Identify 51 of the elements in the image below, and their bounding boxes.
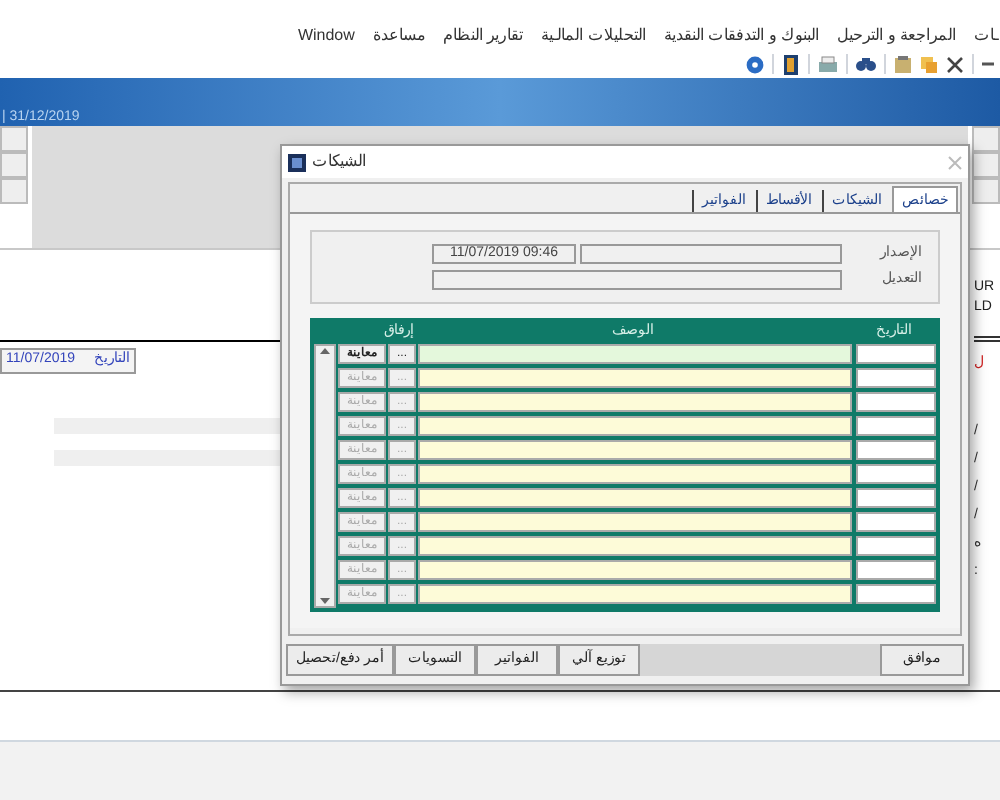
dialog-title: الشيكات [312,150,366,174]
small-button[interactable] [972,152,1000,178]
date-field[interactable] [856,560,936,580]
scroll-up-icon[interactable] [320,346,330,354]
help-icon[interactable] [746,55,764,73]
description-field[interactable] [418,488,852,508]
date-field[interactable] [856,344,936,364]
date-field[interactable] [856,416,936,436]
small-button[interactable] [0,152,28,178]
description-field[interactable] [418,536,852,556]
copy-icon[interactable] [920,55,938,73]
input-field[interactable] [54,450,280,466]
menu-item[interactable]: ـات [974,24,998,48]
description-field[interactable] [418,512,852,532]
description-field[interactable] [418,392,852,412]
menu-item[interactable]: مساعدة [372,24,425,48]
input-field[interactable] [54,418,280,434]
date-field[interactable] [856,584,936,604]
menu-item[interactable]: تقارير النظام [442,24,524,48]
description-field[interactable] [418,368,852,388]
date-field[interactable] [856,488,936,508]
description-field[interactable] [418,344,852,364]
binoculars-icon[interactable] [856,56,876,72]
clipboard-icon[interactable] [894,55,912,73]
scroll-down-icon[interactable] [320,598,330,606]
menu-item[interactable]: Window [297,24,355,48]
app-icon [288,153,306,171]
input-field[interactable] [432,269,842,290]
description-field[interactable] [418,560,852,580]
small-button[interactable] [0,178,28,204]
printer-icon[interactable] [818,55,838,73]
date-field[interactable] [856,536,936,556]
small-button[interactable] [972,178,1000,204]
date-field[interactable] [856,440,936,460]
menu-item[interactable]: المراجعة و الترحيل [837,24,956,48]
description-field[interactable] [418,416,852,436]
menu-item[interactable]: البنوك و التدفقات النقدية [663,24,820,48]
date-field[interactable] [856,368,936,388]
date-field[interactable] [856,464,936,484]
menu-item[interactable]: التحليلات المالـية [541,24,646,48]
description-field[interactable] [418,584,852,604]
description-field[interactable] [418,440,852,460]
input-field[interactable] [580,244,842,265]
scrollbar[interactable] [314,344,336,608]
date-field[interactable] [856,392,936,412]
description-field[interactable] [418,464,852,484]
small-button[interactable] [972,126,1000,152]
door-icon[interactable] [782,53,800,75]
date-field[interactable] [856,512,936,532]
small-button[interactable] [0,126,28,152]
close-icon[interactable] [946,55,964,73]
